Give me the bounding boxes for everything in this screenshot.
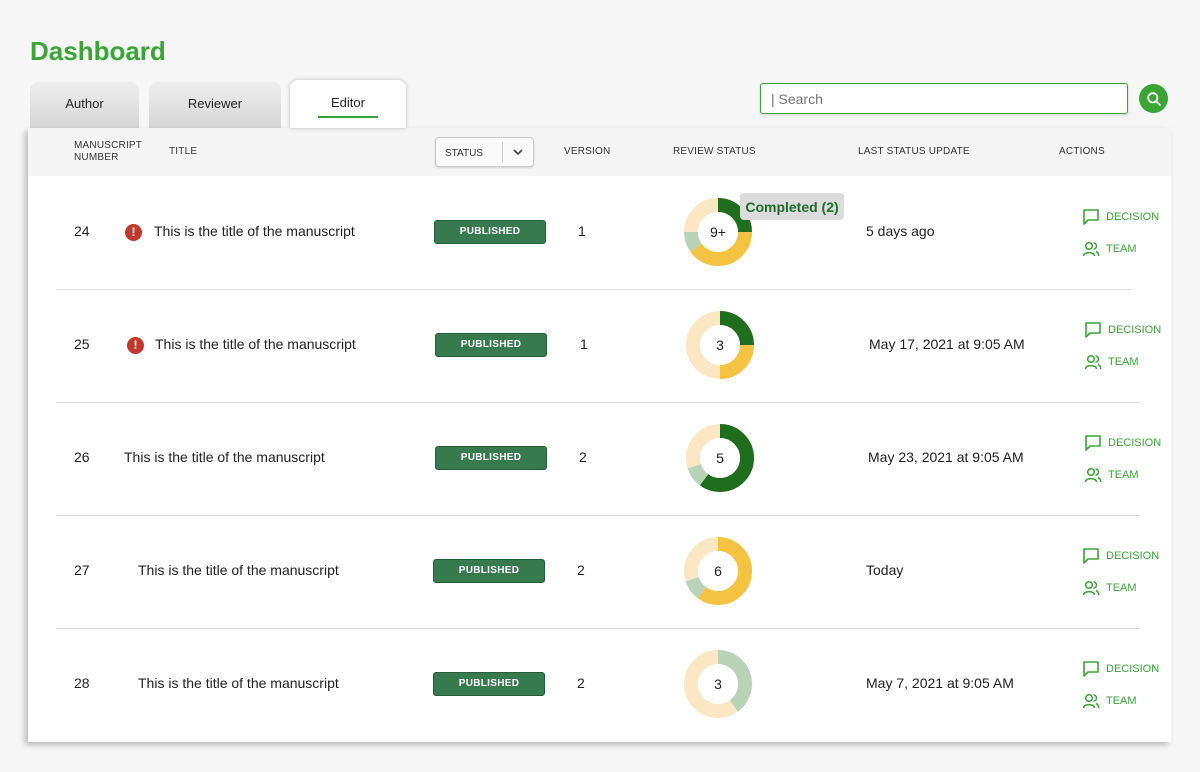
decision-label: DECISION	[1108, 437, 1162, 449]
alert-icon: !	[125, 224, 142, 241]
team-button[interactable]: TEAM	[1084, 466, 1139, 484]
comment-icon	[1083, 209, 1099, 225]
last-status-update: May 23, 2021 at 9:05 AM	[868, 449, 1024, 465]
team-button[interactable]: TEAM	[1084, 353, 1139, 371]
last-status-update: Today	[866, 562, 904, 578]
review-count: 3	[714, 676, 722, 692]
manuscript-title[interactable]: This is the title of the manuscript	[138, 675, 339, 691]
status-badge: PUBLISHED	[435, 333, 547, 357]
header-actions: ACTIONS	[1059, 146, 1105, 157]
active-tab-underline	[318, 116, 378, 118]
tab-label: Author	[65, 96, 104, 111]
header-last-status-update: LAST STATUS UPDATE	[858, 146, 970, 157]
alert-icon: !	[127, 337, 144, 354]
version-number: 2	[579, 449, 587, 465]
table-row[interactable]: 27 This is the title of the manuscript PUB…	[28, 515, 1171, 629]
status-badge: PUBLISHED	[433, 672, 545, 696]
team-label: TEAM	[1106, 243, 1137, 255]
decision-label: DECISION	[1106, 211, 1160, 223]
decision-button[interactable]: DECISION	[1082, 547, 1159, 565]
header-manuscript-number: MANUSCRIPT NUMBER	[74, 140, 142, 163]
page-title: Dashboard	[30, 36, 166, 66]
manuscript-number: 24	[74, 223, 90, 239]
search-input[interactable]	[760, 83, 1128, 114]
decision-button[interactable]: DECISION	[1084, 321, 1161, 339]
status-filter-label: STATUS	[445, 148, 483, 159]
team-button[interactable]: TEAM	[1082, 240, 1137, 258]
decision-button[interactable]: DECISION	[1082, 660, 1159, 678]
manuscript-number: 26	[74, 449, 90, 465]
users-icon	[1082, 241, 1100, 257]
tab-label: Reviewer	[187, 96, 243, 111]
chevron-down-icon	[513, 149, 523, 156]
search-button[interactable]	[1139, 84, 1168, 113]
manuscript-number: 28	[74, 675, 90, 691]
team-label: TEAM	[1106, 695, 1137, 707]
version-number: 2	[577, 675, 585, 691]
tab-editor[interactable]: Editor	[290, 80, 406, 128]
status-badge: PUBLISHED	[433, 559, 545, 583]
table-row[interactable]: 26 This is the title of the manuscript PUB…	[28, 402, 1171, 516]
team-label: TEAM	[1106, 582, 1137, 594]
team-button[interactable]: TEAM	[1082, 579, 1137, 597]
dropdown-separator	[502, 142, 503, 162]
comment-icon	[1083, 548, 1099, 564]
team-label: TEAM	[1108, 356, 1139, 368]
table-row[interactable]: 28 This is the title of the manuscript PUB…	[28, 628, 1171, 741]
status-badge: PUBLISHED	[434, 220, 546, 244]
team-button[interactable]: TEAM	[1082, 692, 1137, 710]
decision-label: DECISION	[1108, 324, 1162, 336]
decision-button[interactable]: DECISION	[1084, 434, 1161, 452]
manuscript-number: 27	[74, 562, 90, 578]
version-number: 2	[577, 562, 585, 578]
last-status-update: 5 days ago	[866, 223, 935, 239]
decision-label: DECISION	[1106, 550, 1160, 562]
last-status-update: May 17, 2021 at 9:05 AM	[869, 336, 1025, 352]
table-row[interactable]: 24! This is the title of the manuscript PU…	[28, 176, 1171, 290]
review-status-tooltip: Completed (2)	[740, 193, 844, 220]
users-icon	[1082, 580, 1100, 596]
header-review-status: REVIEW STATUS	[673, 146, 756, 157]
comment-icon	[1083, 661, 1099, 677]
tab-reviewer[interactable]: Reviewer	[149, 82, 281, 128]
decision-label: DECISION	[1106, 663, 1160, 675]
users-icon	[1082, 693, 1100, 709]
version-number: 1	[578, 223, 586, 239]
status-badge: PUBLISHED	[435, 446, 547, 470]
manuscript-title[interactable]: This is the title of the manuscript	[155, 336, 356, 352]
tab-label: Editor	[331, 95, 365, 110]
team-label: TEAM	[1108, 469, 1139, 481]
manuscript-number: 25	[74, 336, 90, 352]
decision-button[interactable]: DECISION	[1082, 208, 1159, 226]
manuscript-title[interactable]: This is the title of the manuscript	[138, 562, 339, 578]
table-row[interactable]: 25! This is the title of the manuscript PU…	[28, 289, 1171, 403]
status-filter-dropdown[interactable]: STATUS	[435, 137, 534, 167]
users-icon	[1084, 467, 1102, 483]
manuscripts-table: MANUSCRIPT NUMBER TITLE STATUS VERSION R…	[28, 128, 1171, 742]
review-count: 3	[716, 337, 724, 353]
comment-icon	[1085, 322, 1101, 338]
review-count: 5	[716, 450, 724, 466]
users-icon	[1084, 354, 1102, 370]
manuscript-title[interactable]: This is the title of the manuscript	[124, 449, 325, 465]
header-title: TITLE	[169, 146, 198, 157]
header-version: VERSION	[564, 146, 611, 157]
last-status-update: May 7, 2021 at 9:05 AM	[866, 675, 1014, 691]
manuscript-title[interactable]: This is the title of the manuscript	[154, 223, 355, 239]
review-count: 6	[714, 563, 722, 579]
version-number: 1	[580, 336, 588, 352]
comment-icon	[1085, 435, 1101, 451]
search-icon	[1146, 91, 1161, 106]
tab-author[interactable]: Author	[30, 82, 139, 128]
